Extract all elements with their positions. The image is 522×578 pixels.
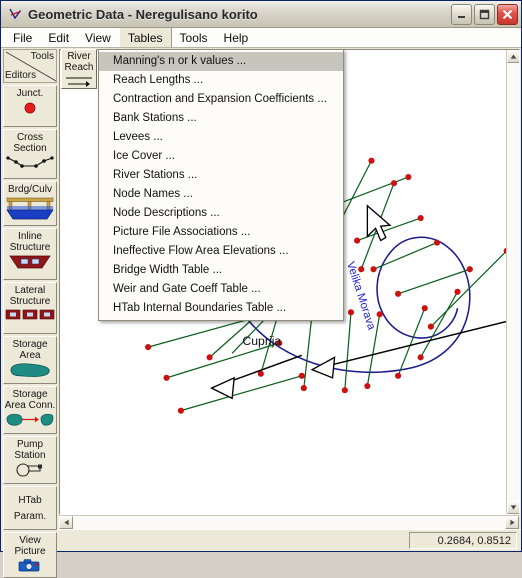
menu-item-contraction-expansion[interactable]: Contraction and Expansion Coefficients .…	[99, 90, 343, 109]
tool-label: Storage	[12, 389, 47, 400]
tool-label: River	[67, 51, 90, 62]
tool-button-pump-station[interactable]: Pump Station	[3, 436, 57, 484]
menu-item-ineffective-flow-area[interactable]: Ineffective Flow Area Elevations ...	[99, 242, 343, 261]
tool-palette: Tools Editors Junct. Cross Section	[1, 48, 59, 529]
tool-button-htab-param[interactable]: HTab Param.	[3, 486, 57, 530]
menu-item-node-descriptions[interactable]: Node Descriptions ...	[99, 204, 343, 223]
tool-button-cross-section[interactable]: Cross Section	[3, 129, 57, 179]
tool-label: Station	[14, 450, 45, 461]
tool-label: Area	[19, 350, 40, 361]
menu-view[interactable]: View	[77, 28, 119, 47]
tool-button-lateral-structure[interactable]: Lateral Structure	[3, 282, 57, 334]
tool-label: Reach	[65, 62, 94, 73]
inline-structure-icon	[6, 254, 54, 271]
scroll-right-button[interactable]	[505, 516, 519, 529]
pump-station-icon	[13, 462, 47, 477]
cross-section-icon	[7, 6, 24, 23]
menu-item-reach-lengths[interactable]: Reach Lengths ...	[99, 71, 343, 90]
tool-label: Structure	[10, 242, 51, 253]
storage-area-conn-icon	[5, 412, 55, 427]
menu-item-node-names[interactable]: Node Names ...	[99, 185, 343, 204]
menu-bar: File Edit View Tables Tools Help	[1, 28, 521, 48]
horizontal-scroll-track[interactable]	[73, 516, 505, 529]
menu-help[interactable]: Help	[216, 28, 257, 47]
close-button[interactable]	[497, 4, 518, 25]
tool-label: Section	[13, 143, 46, 154]
scroll-up-button[interactable]	[507, 50, 520, 63]
bridge-culvert-icon	[6, 196, 54, 221]
lateral-structure-icon	[5, 308, 55, 322]
tool-button-storage-area[interactable]: Storage Area	[3, 336, 57, 384]
menu-item-mannings-n[interactable]: Manning's n or k values ...	[99, 52, 343, 71]
status-bar: 0.2684, 0.8512	[1, 529, 521, 551]
tool-label: Brdg/Culv	[8, 184, 52, 195]
tool-label: Pump	[17, 439, 43, 450]
maximize-button[interactable]	[474, 4, 495, 25]
tool-label: Storage	[12, 339, 47, 350]
menu-item-bank-stations[interactable]: Bank Stations ...	[99, 109, 343, 128]
menu-item-river-stations[interactable]: River Stations ...	[99, 166, 343, 185]
minimize-button[interactable]	[451, 4, 472, 25]
menu-item-htab-internal-boundaries[interactable]: HTab Internal Boundaries Table ...	[99, 299, 343, 318]
tool-button-river-reach[interactable]: River Reach	[61, 49, 97, 89]
scroll-down-button[interactable]	[507, 501, 520, 514]
title-bar: Geometric Data - Neregulisano korito	[1, 1, 521, 28]
menu-tools[interactable]: Tools	[172, 28, 216, 47]
horizontal-scrollbar[interactable]	[59, 515, 519, 529]
coordinate-readout: 0.2684, 0.8512	[409, 532, 517, 549]
camera-icon	[17, 558, 43, 572]
tool-label: HTab	[18, 495, 41, 506]
window-title: Geometric Data - Neregulisano korito	[28, 7, 449, 22]
menu-item-weir-gate-coeff[interactable]: Weir and Gate Coeff Table ...	[99, 280, 343, 299]
tables-dropdown-menu[interactable]: Manning's n or k values ... Reach Length…	[98, 49, 344, 321]
scroll-left-button[interactable]	[59, 516, 73, 529]
menu-edit[interactable]: Edit	[40, 28, 77, 47]
tool-label: Param.	[14, 511, 46, 522]
tool-label: Structure	[10, 296, 51, 307]
menu-item-picture-file-associations[interactable]: Picture File Associations ...	[99, 223, 343, 242]
tool-button-view-picture[interactable]: View Picture	[3, 532, 57, 578]
tool-label: Junct.	[17, 88, 44, 99]
junction-dot-icon	[20, 100, 40, 116]
vertical-scrollbar[interactable]	[506, 50, 519, 514]
tool-palette-header: Tools Editors	[3, 49, 57, 83]
menu-tables[interactable]: Tables	[119, 28, 172, 47]
menu-item-levees[interactable]: Levees ...	[99, 128, 343, 147]
tool-button-inline-structure[interactable]: Inline Structure	[3, 228, 57, 280]
tool-button-storage-area-conn[interactable]: Storage Area Conn.	[3, 386, 57, 434]
tool-button-junction[interactable]: Junct.	[3, 85, 57, 127]
tool-button-bridge-culvert[interactable]: Brdg/Culv	[3, 181, 57, 226]
menu-file[interactable]: File	[5, 28, 40, 47]
tool-label: View	[19, 535, 41, 546]
storage-area-icon	[7, 362, 53, 378]
geometric-data-window: Geometric Data - Neregulisano korito Fil…	[0, 0, 522, 552]
tool-label: Area Conn.	[5, 400, 56, 411]
tools-label: Tools	[31, 51, 54, 62]
editors-label: Editors	[5, 70, 36, 81]
tool-label: Lateral	[15, 285, 46, 296]
node-label-cuprija: Cuprija	[242, 334, 281, 348]
menu-item-bridge-width-table[interactable]: Bridge Width Table ...	[99, 261, 343, 280]
vertical-scroll-track[interactable]	[507, 63, 519, 501]
tool-label: Inline	[18, 231, 42, 242]
cross-section-icon	[6, 155, 54, 171]
arrow-right-icon	[64, 75, 94, 93]
menu-item-ice-cover[interactable]: Ice Cover ...	[99, 147, 343, 166]
tool-label: Cross	[17, 132, 43, 143]
